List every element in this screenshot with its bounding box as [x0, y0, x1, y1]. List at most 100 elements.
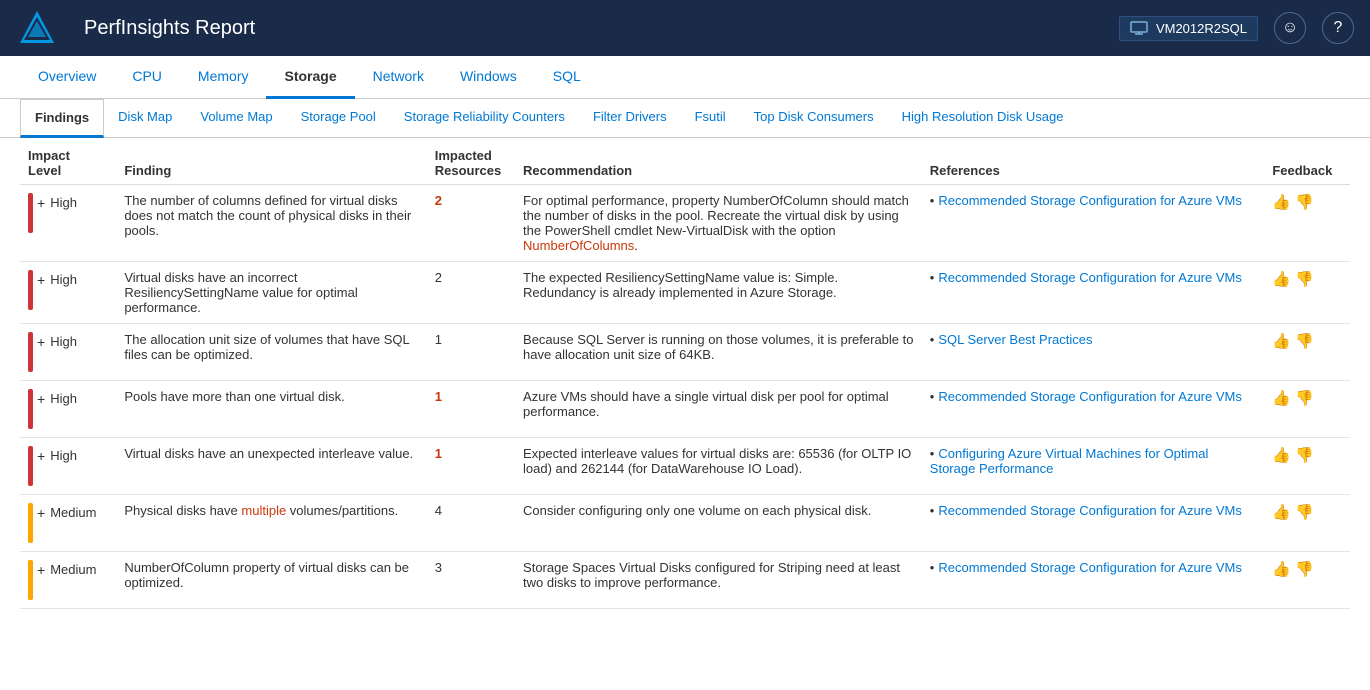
subtab-filterdrivers[interactable]: Filter Drivers: [579, 99, 681, 138]
expand-button[interactable]: +: [37, 195, 45, 211]
reference-link[interactable]: Recommended Storage Configuration for Az…: [938, 193, 1242, 208]
thumbs-down-icon[interactable]: 👎: [1295, 389, 1314, 407]
smile-button[interactable]: ☺: [1274, 12, 1306, 44]
impact-label: High: [50, 272, 77, 287]
subtab-fsutil[interactable]: Fsutil: [681, 99, 740, 138]
thumbs-up-icon[interactable]: 👍: [1272, 503, 1291, 521]
top-tab-bar: Overview CPU Memory Storage Network Wind…: [0, 56, 1370, 99]
bullet: •: [930, 270, 935, 285]
thumbs-up-icon[interactable]: 👍: [1272, 193, 1291, 211]
reference-link[interactable]: Configuring Azure Virtual Machines for O…: [930, 446, 1209, 476]
thumbs-down-icon[interactable]: 👎: [1295, 193, 1314, 211]
thumbs-down-icon[interactable]: 👎: [1295, 560, 1314, 578]
col-header-recommendation: Recommendation: [515, 138, 922, 185]
subtab-diskmap[interactable]: Disk Map: [104, 99, 186, 138]
tab-cpu[interactable]: CPU: [114, 56, 180, 99]
thumbs-up-icon[interactable]: 👍: [1272, 270, 1291, 288]
impact-cell: + High: [20, 438, 116, 495]
thumbs-up-icon[interactable]: 👍: [1272, 389, 1291, 407]
expand-button[interactable]: +: [37, 272, 45, 288]
col-header-impacted: ImpactedResources: [427, 138, 515, 185]
recommendation-text: The expected ResiliencySettingName value…: [523, 270, 838, 300]
tab-windows[interactable]: Windows: [442, 56, 535, 99]
tab-memory[interactable]: Memory: [180, 56, 267, 99]
vm-name-box: VM2012R2SQL: [1119, 16, 1258, 41]
impacted-number: 4: [435, 503, 442, 518]
table-row: + Medium Physical disks have multiple vo…: [20, 495, 1350, 552]
col-header-finding: Finding: [116, 138, 426, 185]
tab-storage[interactable]: Storage: [266, 56, 354, 99]
impact-bar: [28, 332, 33, 372]
impact-bar: [28, 560, 33, 600]
expand-button[interactable]: +: [37, 448, 45, 464]
subtab-highresolution[interactable]: High Resolution Disk Usage: [888, 99, 1078, 138]
expand-button[interactable]: +: [37, 505, 45, 521]
subtab-reliabilitycounters[interactable]: Storage Reliability Counters: [390, 99, 579, 138]
tab-overview[interactable]: Overview: [20, 56, 114, 99]
recommendation-cell: For optimal performance, property Number…: [515, 185, 922, 262]
recommendation-cell: Consider configuring only one volume on …: [515, 495, 922, 552]
reference-link[interactable]: Recommended Storage Configuration for Az…: [938, 389, 1242, 404]
references-cell: •Recommended Storage Configuration for A…: [922, 185, 1265, 262]
impact-label: High: [50, 448, 77, 463]
tab-sql[interactable]: SQL: [535, 56, 599, 99]
recommendation-text: Storage Spaces Virtual Disks configured …: [523, 560, 900, 590]
thumbs-down-icon[interactable]: 👎: [1295, 332, 1314, 350]
thumbs-up-icon[interactable]: 👍: [1272, 332, 1291, 350]
reference-link[interactable]: SQL Server Best Practices: [938, 332, 1092, 347]
impacted-cell: 2: [427, 262, 515, 324]
impact-label: High: [50, 334, 77, 349]
expand-button[interactable]: +: [37, 391, 45, 407]
finding-cell: NumberOfColumn property of virtual disks…: [116, 552, 426, 609]
sub-tab-bar: Findings Disk Map Volume Map Storage Poo…: [0, 99, 1370, 138]
impacted-cell: 3: [427, 552, 515, 609]
impacted-number: 2: [435, 270, 442, 285]
tab-network[interactable]: Network: [355, 56, 442, 99]
col-header-impact: ImpactLevel: [20, 138, 116, 185]
impact-cell: + Medium: [20, 495, 116, 552]
app-title: PerfInsights Report: [84, 17, 1119, 40]
table-row: + High The number of columns defined for…: [20, 185, 1350, 262]
table-row: + High The allocation unit size of volum…: [20, 324, 1350, 381]
table-row: + Medium NumberOfColumn property of virt…: [20, 552, 1350, 609]
table-row: + High Virtual disks have an unexpected …: [20, 438, 1350, 495]
impact-cell: + High: [20, 185, 116, 262]
expand-button[interactable]: +: [37, 562, 45, 578]
references-cell: •Recommended Storage Configuration for A…: [922, 381, 1265, 438]
bullet: •: [930, 389, 935, 404]
reference-link[interactable]: Recommended Storage Configuration for Az…: [938, 270, 1242, 285]
finding-text: Virtual disks have an incorrect Resilien…: [124, 270, 357, 315]
subtab-findings[interactable]: Findings: [20, 99, 104, 138]
help-button[interactable]: ?: [1322, 12, 1354, 44]
recommendation-cell: Expected interleave values for virtual d…: [515, 438, 922, 495]
finding-cell: Physical disks have multiple volumes/par…: [116, 495, 426, 552]
col-header-feedback: Feedback: [1264, 138, 1350, 185]
feedback-cell: 👍 👎: [1264, 324, 1350, 381]
thumbs-up-icon[interactable]: 👍: [1272, 560, 1291, 578]
impact-cell: + Medium: [20, 552, 116, 609]
impacted-number: 2: [435, 193, 442, 208]
finding-cell: Pools have more than one virtual disk.: [116, 381, 426, 438]
reference-link[interactable]: Recommended Storage Configuration for Az…: [938, 503, 1242, 518]
reference-link[interactable]: Recommended Storage Configuration for Az…: [938, 560, 1242, 575]
subtab-volumemap[interactable]: Volume Map: [186, 99, 286, 138]
subtab-topdiskconsumers[interactable]: Top Disk Consumers: [740, 99, 888, 138]
impacted-cell: 1: [427, 381, 515, 438]
finding-cell: The number of columns defined for virtua…: [116, 185, 426, 262]
monitor-icon: [1130, 21, 1148, 35]
feedback-cell: 👍 👎: [1264, 262, 1350, 324]
impact-cell: + High: [20, 381, 116, 438]
subtab-storagepool[interactable]: Storage Pool: [287, 99, 390, 138]
thumbs-up-icon[interactable]: 👍: [1272, 446, 1291, 464]
impact-bar: [28, 193, 33, 233]
impact-label: High: [50, 195, 77, 210]
expand-button[interactable]: +: [37, 334, 45, 350]
feedback-cell: 👍 👎: [1264, 552, 1350, 609]
finding-cell: The allocation unit size of volumes that…: [116, 324, 426, 381]
thumbs-down-icon[interactable]: 👎: [1295, 270, 1314, 288]
recommendation-text: Expected interleave values for virtual d…: [523, 446, 911, 476]
impact-bar: [28, 270, 33, 310]
impacted-number: 1: [435, 389, 442, 404]
thumbs-down-icon[interactable]: 👎: [1295, 446, 1314, 464]
thumbs-down-icon[interactable]: 👎: [1295, 503, 1314, 521]
